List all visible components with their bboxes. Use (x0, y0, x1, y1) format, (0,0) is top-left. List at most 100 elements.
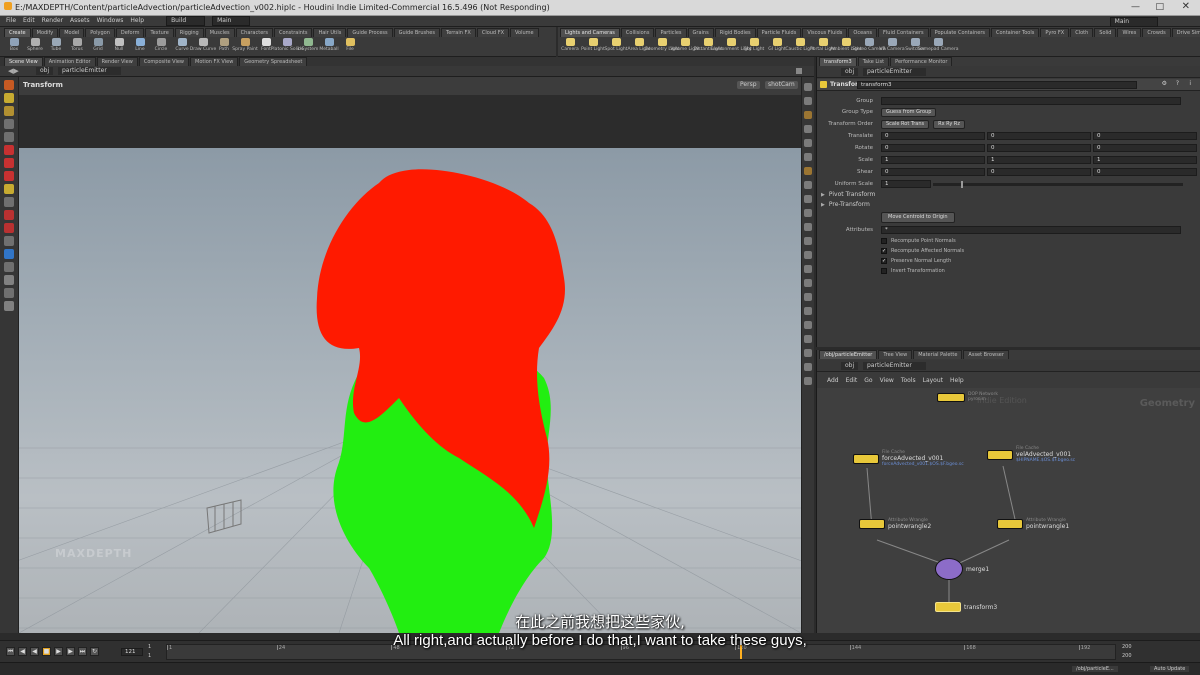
viewer-tool-9-icon[interactable] (4, 197, 14, 207)
display-option-9-icon[interactable] (804, 209, 812, 217)
tool-spot-light[interactable]: Spot Light (605, 38, 627, 52)
persp-menu[interactable]: Persp (737, 81, 760, 89)
status-path[interactable]: /obj/particleE... (1072, 666, 1118, 672)
param-node-name[interactable]: transform3 (857, 81, 1137, 89)
tool-circle[interactable]: Circle (151, 38, 171, 52)
viewer-tool-10-icon[interactable] (4, 210, 14, 220)
rotate-y-field[interactable]: 0 (987, 144, 1091, 152)
shelf-tab-hair-utils[interactable]: Hair Utils (313, 28, 347, 37)
display-option-14-icon[interactable] (804, 279, 812, 287)
menu-help[interactable]: Help (130, 17, 144, 25)
shelf-tab-wires[interactable]: Wires (1117, 28, 1142, 37)
display-option-11-icon[interactable] (804, 237, 812, 245)
slider-handle[interactable] (961, 180, 963, 188)
shelf-tab-viscous-fluids[interactable]: Viscous Fluids (802, 28, 848, 37)
translate-z-field[interactable]: 0 (1093, 132, 1197, 140)
tab-composite-view[interactable]: Composite View (138, 57, 189, 66)
shelf-tab-cloud-fx[interactable]: Cloud FX (476, 28, 510, 37)
shelf-tab-oceans[interactable]: Oceans (848, 28, 878, 37)
close-button[interactable]: ✕ (1182, 1, 1190, 12)
shelf-tab-lights-and-cameras[interactable]: Lights and Cameras (560, 28, 620, 37)
viewer-tool-2-icon[interactable] (4, 106, 14, 116)
menu-file[interactable]: File (6, 17, 16, 25)
gear-icon[interactable]: ⚙ (1162, 80, 1167, 88)
tab-scene-view[interactable]: Scene View (4, 57, 43, 66)
attributes-field[interactable]: * (881, 226, 1181, 234)
shelf-tab-container-tools[interactable]: Container Tools (991, 28, 1040, 37)
tab-obj-particleemitter[interactable]: /obj/particleEmitter (819, 350, 878, 359)
viewer-tool-4-icon[interactable] (4, 132, 14, 142)
shelf-tab-fluid-containers[interactable]: Fluid Containers (878, 28, 929, 37)
shelf-tab-rigging[interactable]: Rigging (174, 28, 204, 37)
tab-transform3[interactable]: transform3 (819, 57, 857, 66)
tool-metaball[interactable]: Metaball (319, 38, 339, 52)
uniform-scale-slider[interactable] (933, 180, 1183, 188)
shelf-tab-model[interactable]: Model (59, 28, 85, 37)
tab-motion-fx-view[interactable]: Motion FX View (190, 57, 239, 66)
net-path-obj[interactable]: obj (841, 362, 859, 370)
shelf-tab-guide-process[interactable]: Guide Process (347, 28, 393, 37)
tool-point-light[interactable]: Point Light (581, 38, 605, 52)
help-icon[interactable]: ? (1176, 80, 1179, 88)
viewer-tool-13-icon[interactable] (4, 249, 14, 259)
tab-performance-monitor[interactable]: Performance Monitor (890, 57, 953, 66)
node-merge1[interactable]: merge1 (935, 558, 989, 580)
tool-sky-light[interactable]: Sky Light (744, 38, 764, 52)
display-option-0-icon[interactable] (804, 83, 812, 91)
network-canvas[interactable]: Geometry Indie Edition DOP Network pyrosi… (817, 388, 1200, 633)
shelf-tab-create[interactable]: Create (4, 28, 31, 37)
display-option-1-icon[interactable] (804, 97, 812, 105)
tab-material-palette[interactable]: Material Palette (913, 350, 963, 359)
tab-take-list[interactable]: Take List (857, 57, 890, 66)
display-option-8-icon[interactable] (804, 195, 812, 203)
invert-transformation-checkbox[interactable] (881, 268, 887, 274)
viewer-tool-16-icon[interactable] (4, 288, 14, 298)
display-option-18-icon[interactable] (804, 335, 812, 343)
shelf-tab-terrain-fx[interactable]: Terrain FX (441, 28, 476, 37)
tool-gi-light[interactable]: GI Light (767, 38, 787, 52)
node-pyrosim[interactable]: DOP Network pyrosim (937, 392, 998, 402)
transform-order-dropdown[interactable]: Scale Rot Trans (881, 119, 930, 129)
viewer-tool-15-icon[interactable] (4, 275, 14, 285)
display-option-10-icon[interactable] (804, 223, 812, 231)
net-path-node[interactable]: particleEmitter (863, 362, 926, 370)
net-menu-layout[interactable]: Layout (923, 377, 943, 385)
tab-tree-view[interactable]: Tree View (878, 350, 913, 359)
display-option-2-icon[interactable] (804, 111, 812, 119)
minimize-button[interactable]: — (1131, 2, 1140, 12)
menu-windows[interactable]: Windows (97, 17, 124, 25)
current-frame-field[interactable]: 121 (121, 648, 143, 656)
display-option-3-icon[interactable] (804, 125, 812, 133)
shelf-tab-pyro-fx[interactable]: Pyro FX (1040, 28, 1070, 37)
shelf-tab-guide-brushes[interactable]: Guide Brushes (393, 28, 440, 37)
recompute-affected-normals-checkbox[interactable]: ✓ (881, 248, 887, 254)
tab-animation-editor[interactable]: Animation Editor (43, 57, 96, 66)
tool-environment-light[interactable]: Environment Light (710, 38, 752, 52)
node-forceadvected[interactable]: File Cache forceAdvected_v001 forceAdvecte… (853, 450, 964, 467)
scale-z-field[interactable]: 1 (1093, 156, 1197, 164)
tool-sphere[interactable]: Sphere (25, 38, 45, 52)
net-menu-go[interactable]: Go (864, 377, 872, 385)
shear-x-field[interactable]: 0 (881, 168, 985, 176)
display-option-13-icon[interactable] (804, 265, 812, 273)
tool-path[interactable]: Path (214, 38, 234, 52)
shear-y-field[interactable]: 0 (987, 168, 1091, 176)
expand-pre-icon[interactable]: ▶ (821, 202, 825, 208)
tool-camera[interactable]: Camera (560, 38, 580, 52)
display-option-5-icon[interactable] (804, 153, 812, 161)
tool-gamepad-camera[interactable]: Gamepad Camera (918, 38, 958, 52)
viewer-tool-1-icon[interactable] (4, 93, 14, 103)
start-frame-2[interactable]: 1 (148, 653, 151, 659)
move-centroid-button[interactable]: Move Centroid to Origin (881, 211, 955, 223)
tab-asset-browser[interactable]: Asset Browser (963, 350, 1009, 359)
net-menu-add[interactable]: Add (827, 377, 839, 385)
tool-null[interactable]: Null (109, 38, 129, 52)
param-path-node[interactable]: particleEmitter (863, 68, 926, 76)
desktop-dropdown[interactable]: Main (1109, 17, 1158, 27)
viewer-tool-3-icon[interactable] (4, 119, 14, 129)
shelf-tab-grains[interactable]: Grains (687, 28, 714, 37)
display-option-15-icon[interactable] (804, 293, 812, 301)
display-option-12-icon[interactable] (804, 251, 812, 259)
shelf-tab-particle-fluids[interactable]: Particle Fluids (756, 28, 802, 37)
viewer-tool-0-icon[interactable] (4, 80, 14, 90)
